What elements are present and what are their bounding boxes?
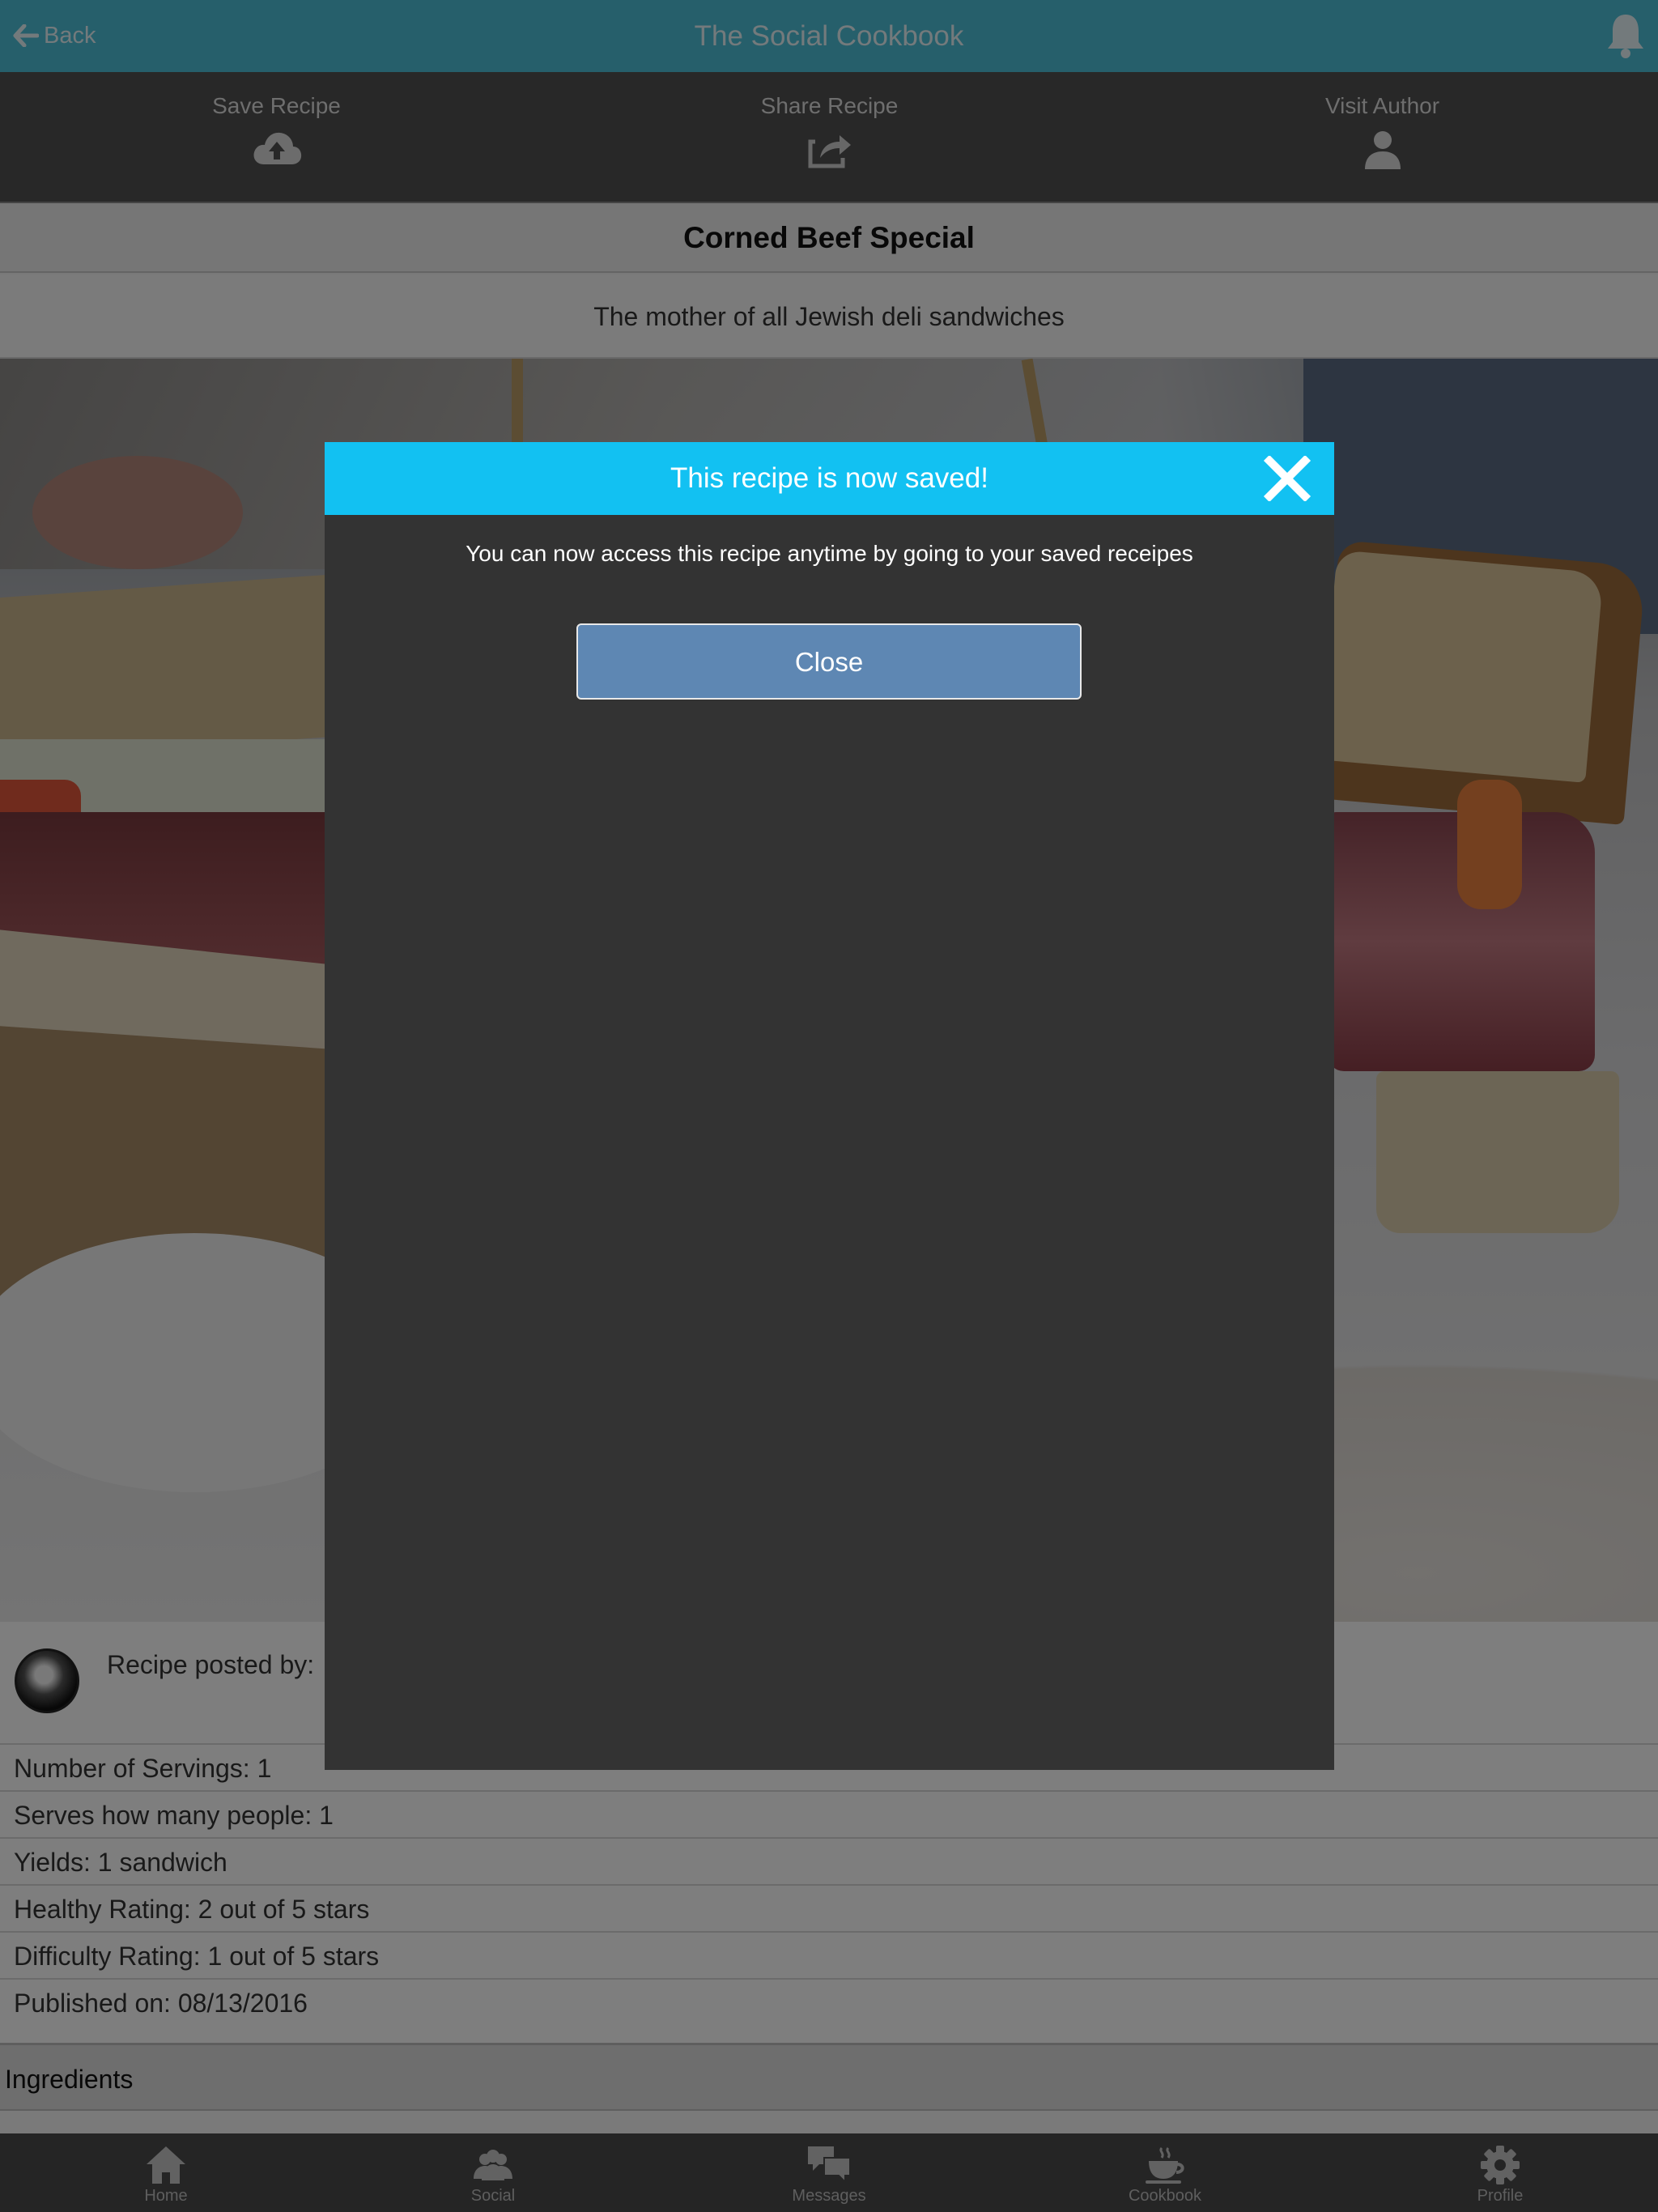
close-button[interactable]: Close — [576, 623, 1082, 700]
close-icon[interactable] — [1261, 456, 1313, 501]
dialog-title: This recipe is now saved! — [670, 462, 988, 494]
dialog-message: You can now access this recipe anytime b… — [466, 541, 1193, 566]
